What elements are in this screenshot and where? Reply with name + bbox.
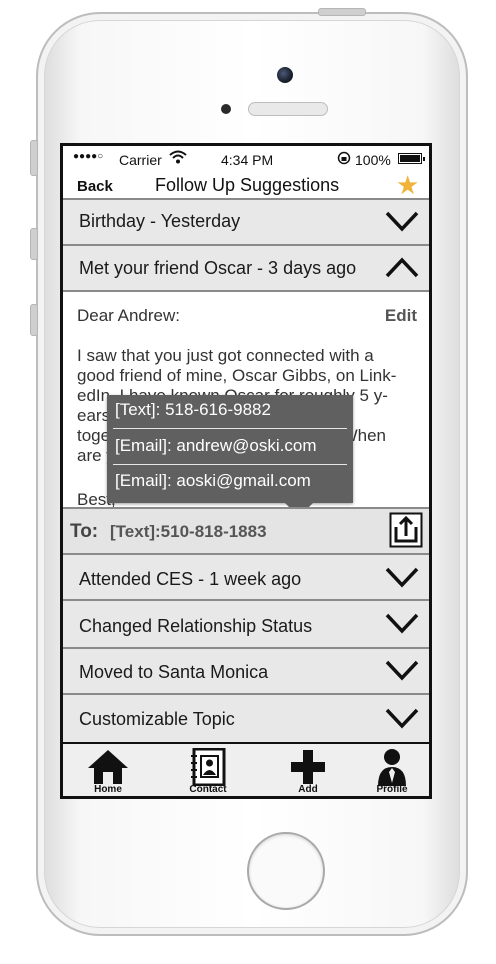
profile-icon (378, 749, 406, 786)
tab-add[interactable]: Add (273, 746, 343, 796)
app-screen: ●●●●○ Carrier 4:34 PM 100% Back Follow U… (60, 143, 432, 799)
message-greeting: Dear Andrew: (77, 306, 180, 325)
recipient-row: To: [Text]:510-818-1883 (63, 507, 429, 553)
suggestion-row-relationship[interactable]: Changed Relationship Status (63, 599, 429, 647)
carrier-name: Carrier (119, 152, 162, 168)
earpiece-speaker (248, 102, 328, 116)
volume-up-button[interactable] (30, 228, 38, 260)
tab-bar: Home Contact Add Profile (63, 742, 429, 796)
battery-percent: 100% (355, 152, 391, 168)
back-button[interactable]: Back (77, 178, 113, 195)
tab-label: Contact (189, 784, 227, 795)
contact-option-email-personal[interactable]: [Email]: aoski@gmail.com (113, 466, 347, 500)
share-icon[interactable] (389, 512, 423, 548)
to-label: To: (70, 521, 99, 542)
plus-icon (291, 750, 325, 784)
rotation-lock-icon (337, 151, 351, 168)
chevron-down-icon[interactable] (385, 659, 419, 681)
power-button[interactable] (318, 8, 366, 16)
contact-option-email-work[interactable]: [Email]: andrew@oski.com (113, 431, 347, 465)
tab-contact[interactable]: Contact (173, 746, 243, 796)
home-button[interactable] (247, 832, 325, 910)
star-icon[interactable]: ★ (396, 172, 419, 198)
volume-down-button[interactable] (30, 304, 38, 336)
suggestion-label: Birthday - Yesterday (79, 211, 241, 231)
contact-method-popover: [Text]: 518-616-9882 [Email]: andrew@osk… (107, 395, 353, 517)
suggestion-row-ces[interactable]: Attended CES - 1 week ago (63, 553, 429, 599)
front-camera (277, 67, 293, 83)
chevron-up-icon[interactable] (385, 257, 419, 279)
tab-profile[interactable]: Profile (357, 746, 427, 796)
contact-option-text[interactable]: [Text]: 518-616-9882 (113, 395, 347, 429)
edit-button[interactable]: Edit (385, 306, 417, 326)
page-title: Follow Up Suggestions (155, 175, 340, 195)
suggestion-label: Attended CES - 1 week ago (79, 569, 302, 589)
home-icon (88, 750, 128, 784)
wifi-icon (169, 149, 187, 168)
suggestion-row-met-oscar[interactable]: Met your friend Oscar - 3 days ago (63, 244, 429, 290)
chevron-down-icon[interactable] (385, 612, 419, 634)
nav-bar: Back Follow Up Suggestions ★ (63, 172, 429, 198)
suggestion-row-custom[interactable]: Customizable Topic (63, 693, 429, 742)
chevron-down-icon[interactable] (385, 566, 419, 588)
chevron-down-icon[interactable] (385, 707, 419, 729)
suggestion-row-moved[interactable]: Moved to Santa Monica (63, 647, 429, 693)
signal-strength: ●●●●○ (73, 151, 104, 162)
battery-icon (398, 153, 425, 164)
suggestion-label: Met your friend Oscar - 3 days ago (79, 258, 357, 278)
suggestion-label: Moved to Santa Monica (79, 662, 269, 682)
chevron-down-icon[interactable] (385, 210, 419, 232)
recipient-selector[interactable]: [Text]:510-818-1883 (110, 522, 267, 542)
tab-label: Add (298, 784, 318, 795)
mute-switch[interactable] (30, 140, 38, 176)
suggestion-label: Customizable Topic (79, 709, 235, 729)
suggestion-label: Changed Relationship Status (79, 616, 313, 636)
tab-home[interactable]: Home (73, 746, 143, 796)
suggestion-row-birthday[interactable]: Birthday - Yesterday (63, 198, 429, 244)
contact-book-icon (191, 748, 226, 786)
tab-label: Home (94, 784, 122, 795)
proximity-sensor (221, 104, 231, 114)
tab-label: Profile (376, 784, 408, 795)
status-bar: ●●●●○ Carrier 4:34 PM 100% (63, 146, 429, 172)
clock: 4:34 PM (221, 152, 274, 168)
message-line: good friend of mine, Oscar Gibbs, on Lin… (77, 366, 397, 385)
message-line: I saw that you just got connected with a (77, 346, 374, 365)
